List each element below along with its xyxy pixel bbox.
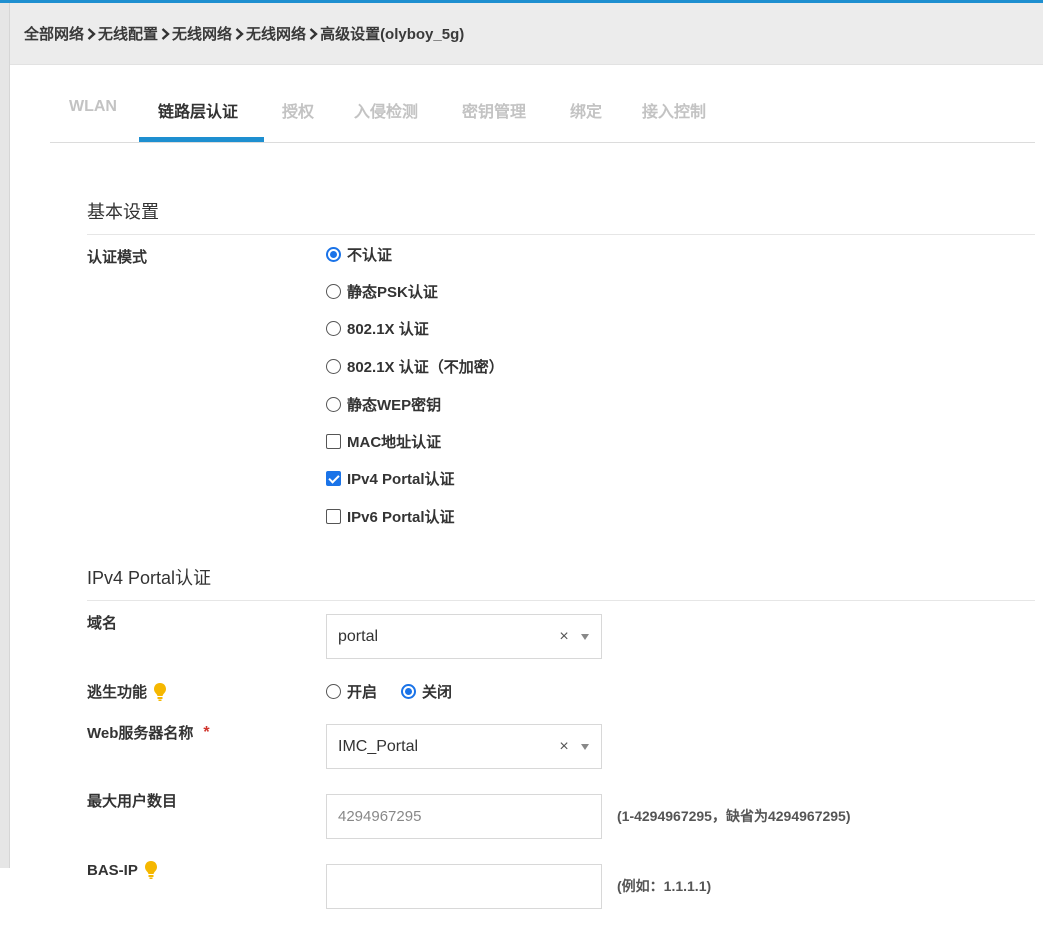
auth-option-ipv4-portal[interactable]: IPv4 Portal认证 (326, 468, 455, 488)
chevron-right-icon (232, 26, 246, 42)
auth-option-ipv6-portal[interactable]: IPv6 Portal认证 (326, 506, 455, 526)
required-mark: * (203, 723, 210, 741)
radio-button[interactable] (401, 683, 416, 699)
breadcrumb-item[interactable]: 无线配置 (98, 23, 158, 44)
tab-binding[interactable]: 绑定 (570, 86, 602, 143)
section-title-basic: 基本设置 (87, 202, 159, 222)
breadcrumb: 全部网络 无线配置 无线网络 无线网络 高级设置(olyboy_5g) (24, 23, 464, 44)
auth-mode-label: 认证模式 (87, 249, 148, 266)
breadcrumb-item[interactable]: 无线网络 (246, 23, 306, 44)
lightbulb-icon[interactable] (153, 682, 167, 702)
tab-wlan[interactable]: WLAN (69, 86, 117, 143)
checkbox[interactable] (326, 508, 341, 524)
web-server-label: Web服务器名称 * (87, 723, 210, 743)
auth-option-8021x-no-encrypt[interactable]: 802.1X 认证（不加密） (326, 356, 504, 376)
tab-key-management[interactable]: 密钥管理 (462, 86, 526, 143)
radio-button[interactable] (326, 683, 341, 699)
radio-button[interactable] (326, 283, 341, 299)
page-header: 全部网络 无线配置 无线网络 无线网络 高级设置(olyboy_5g) (10, 3, 1043, 65)
section-title-ipv4-portal: IPv4 Portal认证 (87, 568, 212, 588)
radio-button[interactable] (326, 246, 341, 262)
chevron-right-icon (158, 26, 172, 42)
web-server-value: IMC_Portal (338, 737, 419, 755)
auth-option-none[interactable]: 不认证 (326, 244, 392, 264)
tab-authorization[interactable]: 授权 (282, 86, 314, 143)
radio-button[interactable] (326, 396, 341, 412)
max-users-value: 4294967295 (338, 808, 422, 825)
tab-bar: WLAN 链路层认证 授权 入侵检测 密钥管理 绑定 接入控制 (50, 86, 1035, 143)
lightbulb-icon[interactable] (144, 860, 158, 880)
radio-button[interactable] (326, 320, 341, 336)
clear-icon[interactable]: × (555, 628, 573, 646)
auth-option-8021x[interactable]: 802.1X 认证 (326, 318, 429, 338)
caret-down-icon[interactable] (581, 743, 591, 750)
web-server-select[interactable]: IMC_Portal × (326, 724, 602, 769)
tab-access-control[interactable]: 接入控制 (642, 86, 706, 143)
auth-option-mac[interactable]: MAC地址认证 (326, 431, 441, 451)
domain-label: 域名 (87, 615, 118, 632)
max-users-input[interactable]: 4294967295 (326, 794, 602, 839)
active-tab-indicator (139, 137, 264, 142)
escape-label: 逃生功能 (87, 681, 167, 702)
tab-link-auth[interactable]: 链路层认证 (158, 86, 238, 143)
breadcrumb-current: 高级设置(olyboy_5g) (320, 26, 465, 43)
bas-ip-input[interactable] (326, 864, 602, 909)
escape-option-on[interactable]: 开启 (326, 681, 377, 701)
radio-button[interactable] (326, 358, 341, 374)
section-divider (87, 600, 1035, 601)
checkbox[interactable] (326, 433, 341, 449)
domain-value: portal (338, 627, 379, 645)
left-sidebar-rail (0, 3, 10, 868)
auth-option-static-psk[interactable]: 静态PSK认证 (326, 281, 438, 301)
bas-ip-label: BAS-IP (87, 860, 158, 880)
breadcrumb-item[interactable]: 无线网络 (172, 23, 232, 44)
checkbox[interactable] (326, 470, 341, 486)
auth-option-static-wep[interactable]: 静态WEP密钥 (326, 394, 441, 414)
breadcrumb-item[interactable]: 全部网络 (24, 23, 84, 44)
bas-ip-hint: (例如：1.1.1.1) (617, 878, 712, 894)
clear-icon[interactable]: × (555, 738, 573, 756)
max-users-hint: (1-4294967295，缺省为4294967295) (617, 808, 851, 824)
domain-select[interactable]: portal × (326, 614, 602, 659)
chevron-right-icon (306, 26, 320, 42)
tab-intrusion-detection[interactable]: 入侵检测 (354, 86, 418, 143)
escape-option-off[interactable]: 关闭 (401, 681, 452, 701)
caret-down-icon[interactable] (581, 633, 591, 640)
max-users-label: 最大用户数目 (87, 793, 178, 810)
section-divider (87, 234, 1035, 235)
chevron-right-icon (84, 26, 98, 42)
